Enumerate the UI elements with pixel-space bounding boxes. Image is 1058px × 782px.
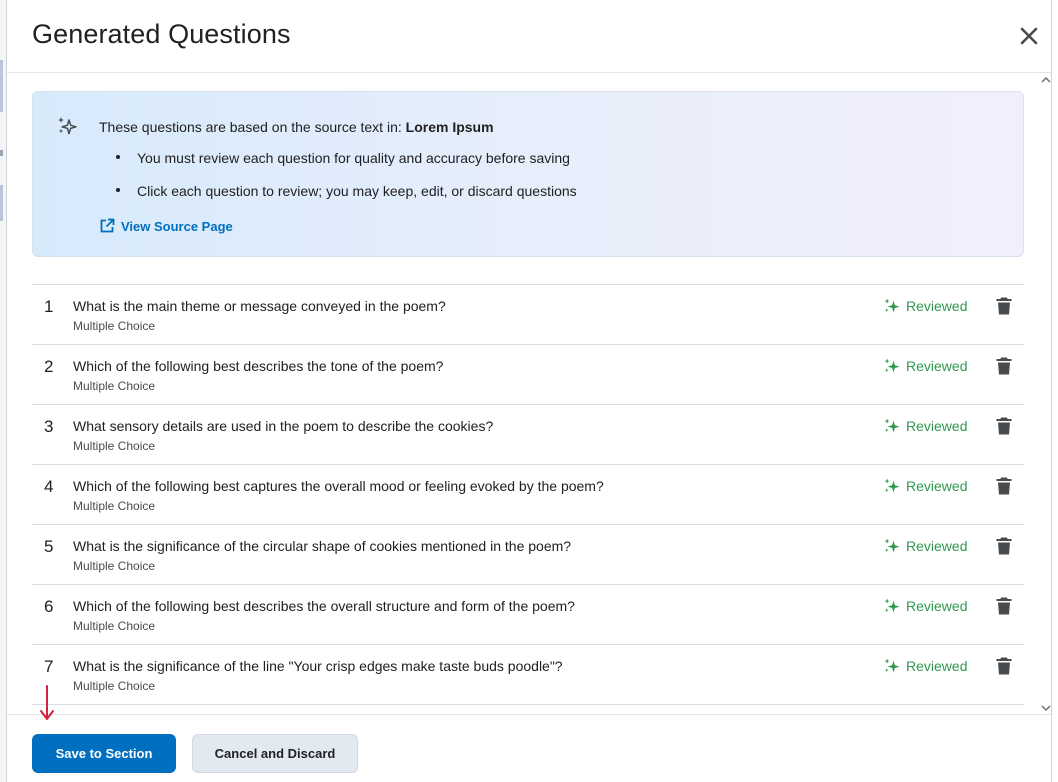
background-mark bbox=[0, 185, 3, 221]
question-text: What is the significance of the circular… bbox=[73, 538, 572, 554]
question-row[interactable]: 6 Which of the following best describes … bbox=[32, 585, 1024, 645]
question-number: 6 bbox=[44, 597, 54, 616]
trash-icon bbox=[996, 477, 1012, 495]
trash-icon bbox=[996, 297, 1012, 315]
question-row[interactable]: 4 Which of the following best captures t… bbox=[32, 465, 1024, 525]
reviewed-status: Reviewed bbox=[883, 357, 967, 375]
view-source-link[interactable]: View Source Page bbox=[99, 218, 233, 234]
generated-questions-dialog: Generated Questions These questions are … bbox=[6, 0, 1052, 782]
background-mark bbox=[0, 60, 3, 112]
reviewed-label: Reviewed bbox=[906, 418, 968, 434]
info-lead-text: These questions are based on the source … bbox=[99, 119, 406, 135]
question-type: Multiple Choice bbox=[73, 439, 156, 453]
scroll-down-arrow[interactable] bbox=[1041, 703, 1051, 713]
question-row[interactable]: 1 What is the main theme or message conv… bbox=[32, 285, 1024, 345]
delete-question-button[interactable] bbox=[995, 656, 1013, 676]
question-text: Which of the following best describes th… bbox=[73, 358, 444, 374]
trash-icon bbox=[996, 417, 1012, 435]
question-type: Multiple Choice bbox=[73, 319, 156, 333]
delete-question-button[interactable] bbox=[995, 296, 1013, 316]
question-number: 4 bbox=[44, 477, 54, 496]
reviewed-status: Reviewed bbox=[883, 537, 967, 555]
question-type: Multiple Choice bbox=[73, 559, 156, 573]
question-number: 5 bbox=[44, 537, 54, 556]
save-to-section-button[interactable]: Save to Section bbox=[32, 734, 176, 773]
question-text: What is the main theme or message convey… bbox=[73, 298, 446, 314]
dialog-header: Generated Questions bbox=[7, 0, 1051, 73]
question-type: Multiple Choice bbox=[73, 619, 156, 633]
question-number: 3 bbox=[44, 417, 54, 436]
question-type: Multiple Choice bbox=[73, 379, 156, 393]
close-button[interactable] bbox=[1017, 24, 1041, 48]
sparkle-icon bbox=[884, 478, 900, 493]
reviewed-status: Reviewed bbox=[883, 417, 967, 435]
sparkle-icon bbox=[884, 598, 900, 613]
question-number: 7 bbox=[44, 657, 54, 676]
question-text: What sensory details are used in the poe… bbox=[73, 418, 494, 434]
dialog-title: Generated Questions bbox=[32, 19, 291, 49]
reviewed-label: Reviewed bbox=[906, 598, 968, 614]
reviewed-status: Reviewed bbox=[883, 297, 967, 315]
delete-question-button[interactable] bbox=[995, 536, 1013, 556]
reviewed-status: Reviewed bbox=[883, 477, 967, 495]
sparkle-icon bbox=[884, 358, 900, 373]
question-type: Multiple Choice bbox=[73, 679, 156, 693]
trash-icon bbox=[996, 357, 1012, 375]
scroll-up-arrow[interactable] bbox=[1041, 75, 1051, 85]
reviewed-label: Reviewed bbox=[906, 358, 968, 374]
questions-list: 1 What is the main theme or message conv… bbox=[32, 284, 1024, 714]
info-bullet: Click each question to review; you may k… bbox=[99, 180, 577, 213]
question-row[interactable]: 7 What is the significance of the line "… bbox=[32, 645, 1024, 705]
question-text: Which of the following best captures the… bbox=[73, 478, 604, 494]
reviewed-label: Reviewed bbox=[906, 538, 968, 554]
cancel-and-discard-button[interactable]: Cancel and Discard bbox=[192, 734, 358, 773]
info-lead: These questions are based on the source … bbox=[99, 119, 494, 135]
reviewed-label: Reviewed bbox=[906, 658, 968, 674]
background-mark bbox=[0, 150, 3, 156]
question-row[interactable]: 3 What sensory details are used in the p… bbox=[32, 405, 1024, 465]
info-bullet: You must review each question for qualit… bbox=[99, 147, 577, 180]
sparkle-icon bbox=[884, 298, 900, 313]
info-bullets: You must review each question for qualit… bbox=[99, 147, 577, 213]
reviewed-label: Reviewed bbox=[906, 298, 968, 314]
question-text: What is the significance of the line "Yo… bbox=[73, 658, 563, 674]
sparkle-icon bbox=[884, 538, 900, 553]
reviewed-status: Reviewed bbox=[883, 657, 967, 675]
info-panel: These questions are based on the source … bbox=[32, 91, 1024, 257]
delete-question-button[interactable] bbox=[995, 596, 1013, 616]
source-name: Lorem Ipsum bbox=[405, 119, 494, 135]
dialog-footer: Save to Section Cancel and Discard bbox=[7, 714, 1051, 782]
delete-question-button[interactable] bbox=[995, 416, 1013, 436]
reviewed-label: Reviewed bbox=[906, 478, 968, 494]
trash-icon bbox=[996, 597, 1012, 615]
question-number: 2 bbox=[44, 357, 54, 376]
trash-icon bbox=[996, 657, 1012, 675]
sparkle-icon bbox=[884, 658, 900, 673]
trash-icon bbox=[996, 537, 1012, 555]
sparkle-icon bbox=[58, 117, 77, 135]
sparkle-icon bbox=[884, 418, 900, 433]
delete-question-button[interactable] bbox=[995, 356, 1013, 376]
view-source-label: View Source Page bbox=[121, 218, 233, 234]
question-text: Which of the following best describes th… bbox=[73, 598, 575, 614]
reviewed-status: Reviewed bbox=[883, 597, 967, 615]
external-link-icon bbox=[100, 218, 115, 233]
question-row[interactable]: 2 Which of the following best describes … bbox=[32, 345, 1024, 405]
close-icon bbox=[1020, 27, 1038, 45]
delete-question-button[interactable] bbox=[995, 476, 1013, 496]
annotation-arrow-icon bbox=[40, 685, 54, 720]
question-number: 1 bbox=[44, 297, 54, 316]
question-row[interactable]: 5 What is the significance of the circul… bbox=[32, 525, 1024, 585]
question-type: Multiple Choice bbox=[73, 499, 156, 513]
